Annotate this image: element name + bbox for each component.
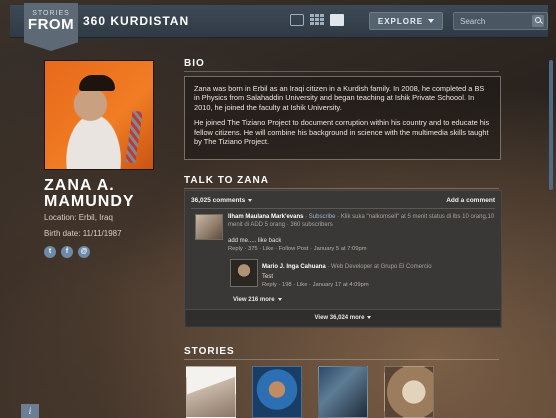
divider	[184, 71, 499, 72]
logo-big-text: FROM	[27, 16, 75, 33]
facebook-icon[interactable]: f	[61, 246, 73, 258]
story-thumbnail[interactable]	[252, 366, 302, 418]
list-view-icon[interactable]	[330, 14, 344, 26]
chevron-down-icon	[428, 19, 435, 23]
view-more-comments-label: View 36,024 more	[314, 315, 365, 321]
comment-body: add me..... like back	[228, 238, 282, 244]
divider	[184, 359, 499, 360]
grid-view-icon[interactable]	[310, 14, 324, 26]
stories-heading: STORIES	[184, 346, 235, 357]
search-icon[interactable]	[532, 15, 544, 27]
photo-detail	[125, 110, 143, 164]
chevron-down-icon	[248, 198, 253, 202]
bio-paragraph: He joined The Tiziano Project to documen…	[194, 118, 490, 147]
comment-2-header: Mario J. Inga Cahuana · Web Developer at…	[262, 263, 492, 271]
top-navigation-bar: STORIES FROM 360 KURDISTAN EXPLORE Searc…	[10, 3, 548, 51]
search-input[interactable]: Search	[453, 12, 548, 30]
social-links: t f @	[44, 246, 90, 258]
divider	[191, 208, 495, 209]
comment-actions[interactable]: Reply · 198 · Like · January 17 at 4:09p…	[262, 282, 369, 288]
add-comment-link[interactable]: Add a comment	[446, 197, 495, 204]
avatar[interactable]	[230, 259, 258, 287]
profile-location: Location: Erbil, Iraq	[44, 213, 113, 222]
subscribe-link[interactable]: · Subscribe	[305, 214, 335, 220]
search-placeholder: Search	[460, 17, 486, 26]
divider	[184, 188, 499, 189]
map-view-icon[interactable]	[290, 14, 304, 26]
profile-name: ZANA A. MAMUNDY	[44, 177, 135, 210]
photo-detail	[79, 75, 115, 91]
talk-heading: TALK TO ZANA	[184, 175, 269, 186]
avatar[interactable]	[195, 214, 223, 240]
chevron-down-icon	[277, 297, 282, 301]
email-icon[interactable]: @	[78, 246, 90, 258]
explore-label: EXPLORE	[377, 16, 424, 26]
info-button[interactable]: i	[21, 404, 39, 418]
comment-body: Test	[262, 274, 274, 280]
comments-widget: 36,025 comments Add a comment Ilham Maul…	[184, 190, 502, 328]
view-more-replies[interactable]: View 216 more	[233, 297, 282, 303]
comment-count[interactable]: 36,025 comments	[191, 197, 253, 204]
bio-paragraph: Zana was born in Erbil as an Iraqi citiz…	[194, 84, 485, 112]
site-name[interactable]: 360 KURDISTAN	[83, 14, 189, 28]
explore-button[interactable]: EXPLORE	[369, 12, 443, 30]
profile-photo	[44, 60, 154, 170]
story-thumbnail[interactable]	[186, 366, 236, 418]
view-more-replies-label: View 216 more	[233, 297, 275, 303]
story-thumbnail[interactable]	[318, 366, 368, 418]
view-mode-switcher	[290, 14, 344, 26]
scrollbar[interactable]	[549, 60, 553, 190]
site-logo[interactable]: STORIES FROM	[24, 3, 78, 51]
comment-count-label: 36,025 comments	[191, 197, 246, 204]
comment-meta: · Web Developer at Grupo El Comercio	[327, 264, 432, 270]
profile-birth-date: Birth date: 11/11/1987	[44, 229, 122, 238]
stories-thumbnails	[186, 366, 434, 418]
comment-actions[interactable]: Reply · 375 · Like · Follow Post · Janua…	[228, 246, 367, 252]
chevron-down-icon	[367, 315, 372, 319]
bio-text-box: Zana was born in Erbil as an Iraqi citiz…	[184, 76, 501, 160]
comment-author[interactable]: Ilham Maulana Mark'evans	[228, 214, 303, 220]
view-more-comments-button[interactable]: View 36,024 more	[186, 309, 500, 326]
bio-heading: BIO	[184, 58, 205, 69]
story-thumbnail[interactable]	[384, 366, 434, 418]
twitter-icon[interactable]: t	[44, 246, 56, 258]
comment-1-header: Ilham Maulana Mark'evans · Subscribe · K…	[228, 213, 496, 229]
comment-author[interactable]: Mario J. Inga Cahuana	[262, 264, 326, 270]
